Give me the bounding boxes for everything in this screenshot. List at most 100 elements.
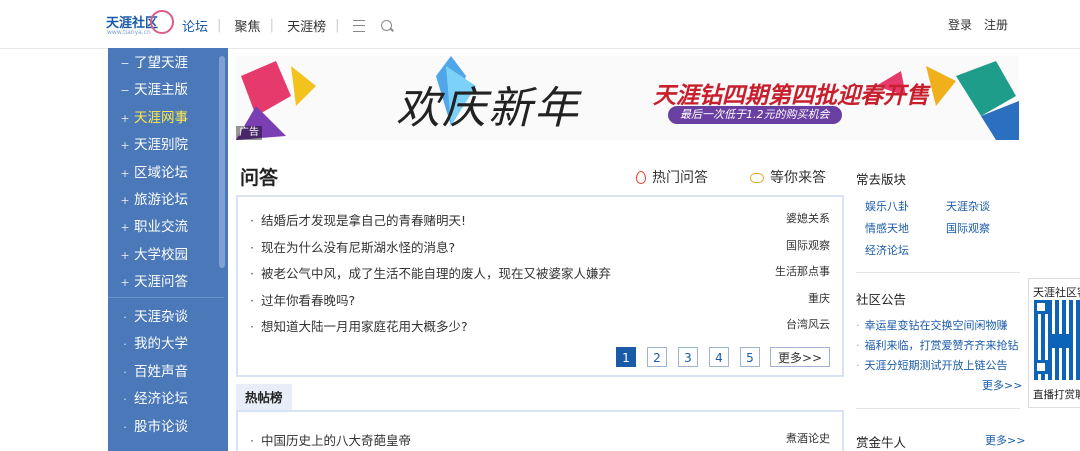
qa-list: · 结婚后才发现是拿自己的青春赌明天! 婆媳关系 · 现在为什么没有尼斯湖水怪的消息? 国… [236,195,844,377]
reward-more-link[interactable]: 更多>> [985,432,1025,448]
main-nav: 论坛 | 聚焦 | 天涯榜 | [182,16,392,35]
freq-board-link[interactable]: 经济论坛 [865,242,909,258]
sidebar-item[interactable]: · 我的大学 [108,331,224,358]
bullet: · [250,213,254,228]
sidebar-item-label: 我的大学 [134,336,188,353]
sidebar-divider [108,297,224,298]
banner-slogan: 天涯钻四期第四批迎春开售 [653,83,929,109]
expand-marker-icon: + [120,248,130,262]
hot-post-title[interactable]: 中国历史上的八大奇葩皇帝 [261,433,411,448]
expand-marker-icon: + [120,166,130,180]
sidebar-scrollbar[interactable] [219,56,225,268]
sidebar-item[interactable]: + 职业交流 [108,214,224,241]
expand-marker-icon: · [123,365,127,379]
list-item[interactable]: · 想知道大陆一月用家庭花用大概多少? 台湾风云 [250,316,830,336]
qr-code-icon[interactable] [1034,300,1080,380]
freq-board-link[interactable]: 天涯杂谈 [946,198,990,214]
ad-banner[interactable]: 欢庆新年 天涯钻四期第四批迎春开售 最后一次低于1.2元的购买机会 广告 [236,56,1019,140]
list-item[interactable]: · 中国历史上的八大奇葩皇帝 煮酒论史 [250,430,830,449]
question-link[interactable]: 想知道大陆一月用家庭花用大概多少? [261,319,468,334]
expand-marker-icon: · [123,338,127,352]
notice-item[interactable]: · 福利来临，打赏爱赞齐齐来抢钻 [856,337,1019,353]
expand-marker-icon: + [120,194,130,207]
notice-text[interactable]: 幸运星变钻在交换空间闲物赚 [865,319,1008,332]
hot-posts-list: · 中国历史上的八大奇葩皇帝 煮酒论史 [236,412,844,451]
tab-hot-questions[interactable]: 热门问答 [636,167,708,187]
sidebar-item-label: 天涯别院 [134,137,188,154]
sidebar-item-label: 天涯网事 [134,109,188,126]
sidebar-item[interactable]: − 了望天涯 [108,50,224,77]
sidebar-item-label: 经济论坛 [134,391,188,408]
list-item[interactable]: · 被老公气中风，成了生活不能自理的废人，现在又被婆家人嫌弃 生活那点事 [250,263,830,283]
nav-focus[interactable]: 聚焦 [235,16,261,35]
freq-board-link[interactable]: 国际观察 [946,220,990,236]
notice-text[interactable]: 天涯分短期测试开放上链公告 [865,359,1008,372]
nav-forum[interactable]: 论坛 [182,16,208,35]
sidebar-item[interactable]: + 旅游论坛 [108,187,224,214]
tab-wait-label: 等你来答 [770,170,826,186]
sidebar-item[interactable]: + 天涯别院 [108,132,224,159]
page-button[interactable]: 3 [678,347,698,367]
expand-marker-icon: + [120,276,130,290]
list-item[interactable]: · 过年你看春晚吗? 重庆 [250,290,830,310]
sidebar-item[interactable]: + 天涯问答 [108,269,224,296]
sidebar-item[interactable]: · 天涯杂谈 [108,304,224,331]
more-button[interactable]: 更多>> [770,347,830,367]
question-tag[interactable]: 婆媳关系 [786,210,830,226]
bullet: · [250,266,254,281]
freq-board-link[interactable]: 情感天地 [865,220,909,236]
sidebar-item-label: 大学校园 [134,246,188,263]
question-tag[interactable]: 台湾风云 [786,316,830,332]
tianya-logo[interactable]: 天涯社区 www.tianya.cn [106,10,174,40]
nav-tianya-rank[interactable]: 天涯榜 [287,16,326,35]
page-button[interactable]: 4 [709,347,729,367]
question-link[interactable]: 过年你看春晚吗? [261,293,355,308]
qa-title: 问答 [240,167,279,189]
logo-subtext: www.tianya.cn [107,29,151,36]
notice-item[interactable]: · 幸运星变钻在交换空间闲物赚 [856,317,1008,333]
tab-waiting-answers[interactable]: 等你来答 [750,167,826,187]
notice-text[interactable]: 福利来临，打赏爱赞齐齐来抢钻 [865,339,1019,352]
tab-hot-posts[interactable]: 热帖榜 [236,384,292,410]
hot-post-tag[interactable]: 煮酒论史 [786,430,830,446]
bullet: · [250,239,254,255]
sidebar-item[interactable]: + 大学校园 [108,242,224,269]
page-button[interactable]: 1 [616,347,636,367]
login-link[interactable]: 登录 [948,18,972,32]
question-link[interactable]: 结婚后才发现是拿自己的青春赌明天! [261,213,466,228]
sidebar-item[interactable]: · 百姓声音 [108,359,224,386]
question-tag[interactable]: 生活那点事 [775,263,830,279]
register-link[interactable]: 注册 [984,18,1008,32]
search-icon[interactable] [380,20,392,31]
question-link[interactable]: 现在为什么没有尼斯湖水怪的消息? [261,240,455,255]
list-item[interactable]: · 现在为什么没有尼斯湖水怪的消息? 国际观察 [250,237,830,257]
expand-marker-icon: · [123,420,127,434]
sidebar-item[interactable]: + 区域论坛 [108,160,224,187]
list-item[interactable]: · 结婚后才发现是拿自己的青春赌明天! 婆媳关系 [250,210,830,230]
sidebar-item[interactable]: − 天涯主版 [108,77,224,104]
sidebar-item[interactable]: · 股市论谈 [108,414,224,441]
question-link[interactable]: 被老公气中风，成了生活不能自理的废人，现在又被婆家人嫌弃 [261,266,611,281]
chat-bubble-icon [750,173,764,183]
notice-item[interactable]: · 天涯分短期测试开放上链公告 [856,357,1008,373]
sidebar-item[interactable]: + 天涯网事 [108,105,224,132]
page-button[interactable]: 2 [647,347,667,367]
question-tag[interactable]: 国际观察 [786,237,830,253]
logo-mark-icon [150,10,174,34]
expand-marker-icon: · [123,393,127,407]
ad-badge: 广告 [236,126,262,140]
right-divider [856,272,1020,273]
sidebar-item[interactable]: · 经济论坛 [108,386,224,413]
page-button[interactable]: 5 [740,347,760,367]
question-tag[interactable]: 重庆 [808,290,830,306]
sidebar-item-label: 职业交流 [134,219,188,236]
banner-title: 欢庆新年 [396,83,580,134]
sidebar: − 了望天涯 − 天涯主版 + 天涯网事 + 天涯别院 + 区域论坛 + 旅游论坛 + 职业交流 + 大学校园… [108,48,228,451]
sidebar-item-label: 股市论谈 [134,418,188,435]
sidebar-item-label: 天涯主版 [134,82,188,99]
bullet: · [250,292,254,308]
freq-board-link[interactable]: 娱乐八卦 [865,198,909,214]
menu-icon[interactable] [352,19,365,32]
top-bar: 天涯社区 www.tianya.cn 论坛 | 聚焦 | 天涯榜 | 登录 注册 [0,0,1080,49]
notice-more-link[interactable]: 更多>> [982,377,1022,393]
